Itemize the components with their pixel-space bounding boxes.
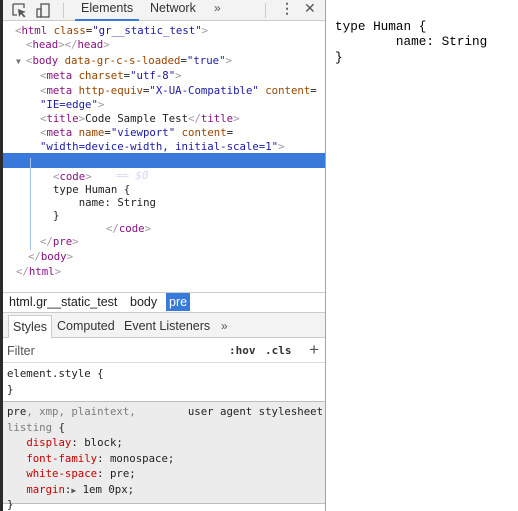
style-property[interactable]: font-family: monospace; <box>7 451 321 467</box>
dom-node-html-close[interactable]: </html> <box>16 265 325 278</box>
tab-styles[interactable]: Styles <box>8 315 53 338</box>
dom-text-line: } <box>53 209 60 222</box>
breadcrumb-pre[interactable]: pre <box>166 293 191 311</box>
dom-node-meta-http-equiv-cont: "IE=edge"> <box>40 98 105 111</box>
dom-node-meta-charset[interactable]: <meta charset="utf-8"> <box>40 69 325 82</box>
toolbar-divider <box>265 3 266 18</box>
close-icon[interactable]: ✕ <box>304 0 316 21</box>
device-toolbar-icon[interactable] <box>35 2 53 19</box>
dom-tree: <html class="gr__static_test"> <head></h… <box>3 22 325 290</box>
dom-node-html[interactable]: <html class="gr__static_test"> <box>15 24 325 37</box>
devtools-toolbar: Elements Network » ⋮ ✕ <box>3 0 325 21</box>
hov-toggle-button[interactable]: :hov <box>229 339 256 363</box>
dom-text-line: name: String <box>53 196 156 209</box>
dom-node-body-close[interactable]: </body> <box>28 250 325 263</box>
element-style-rule: element.style { } <box>3 364 325 402</box>
dom-text-line: type Human { <box>53 183 131 196</box>
rule-selector[interactable]: element.style { <box>7 366 321 382</box>
rule-selector-cont: listing { <box>7 420 65 434</box>
styles-tabbar: Styles Computed Event Listeners » <box>3 312 325 338</box>
menu-icon[interactable]: ⋮ <box>280 0 294 21</box>
cls-toggle-button[interactable]: .cls <box>265 339 292 363</box>
dom-node-head[interactable]: <head></head> <box>26 38 325 51</box>
expand-triangle-icon[interactable]: ▼ <box>16 55 26 68</box>
expand-shorthand-icon[interactable]: ▶ <box>71 486 76 495</box>
devtools-panel: Elements Network » ⋮ ✕ <html class="gr__… <box>0 0 326 511</box>
tab-event-listeners[interactable]: Event Listeners <box>120 315 214 338</box>
user-agent-rule: pre, xmp, plaintext, user agent styleshe… <box>3 402 325 511</box>
element-picker-icon[interactable] <box>11 2 29 19</box>
dom-node-meta-viewport-cont: "width=device-width, initial-scale=1"> <box>40 140 285 153</box>
breadcrumb-body[interactable]: body <box>127 293 160 311</box>
tab-network[interactable]: Network <box>144 0 202 21</box>
dom-node-code[interactable]: <code> <box>53 170 325 183</box>
more-actions-dots[interactable]: ... <box>5 168 21 183</box>
dom-node-body[interactable]: ▼ <body data-gr-c-s-loaded="true"> <box>16 54 325 67</box>
dom-node-title[interactable]: <title>Code Sample Test</title> <box>40 112 325 125</box>
filter-input[interactable]: Filter <box>7 339 35 363</box>
dom-node-pre-selected[interactable]: ... ▼ <pre> == $0 <box>3 153 325 182</box>
tab-elements[interactable]: Elements <box>75 0 140 21</box>
tree-indent-guide <box>30 158 31 250</box>
tab-computed[interactable]: Computed <box>53 315 119 338</box>
breadcrumb-html[interactable]: html.gr__static_test <box>6 293 120 311</box>
style-property[interactable]: white-space: pre; <box>7 466 321 482</box>
dom-node-code-close[interactable]: </code> <box>106 222 325 235</box>
rule-origin: user agent stylesheet <box>187 405 323 418</box>
toolbar-divider <box>63 3 64 18</box>
rule-close: } <box>7 498 14 511</box>
dom-node-meta-viewport[interactable]: <meta name="viewport" content= <box>40 126 325 139</box>
style-property[interactable]: display: block; <box>7 435 321 451</box>
more-panes-button[interactable]: » <box>217 315 232 338</box>
styles-filter-bar: Filter :hov .cls + <box>3 339 325 363</box>
dom-node-pre-close[interactable]: </pre> <box>40 235 325 248</box>
more-tabs-button[interactable]: » <box>214 0 221 21</box>
new-style-rule-button[interactable]: + <box>309 338 319 362</box>
dom-node-meta-http-equiv[interactable]: <meta http-equiv="X-UA-Compatible" conte… <box>40 84 325 97</box>
style-property[interactable]: margin:▶ 1em 0px; <box>7 482 321 498</box>
breadcrumb: html.gr__static_test body pre <box>3 292 325 311</box>
rendered-code-block: type Human { name: String } <box>335 19 488 65</box>
rule-close: } <box>7 382 14 396</box>
